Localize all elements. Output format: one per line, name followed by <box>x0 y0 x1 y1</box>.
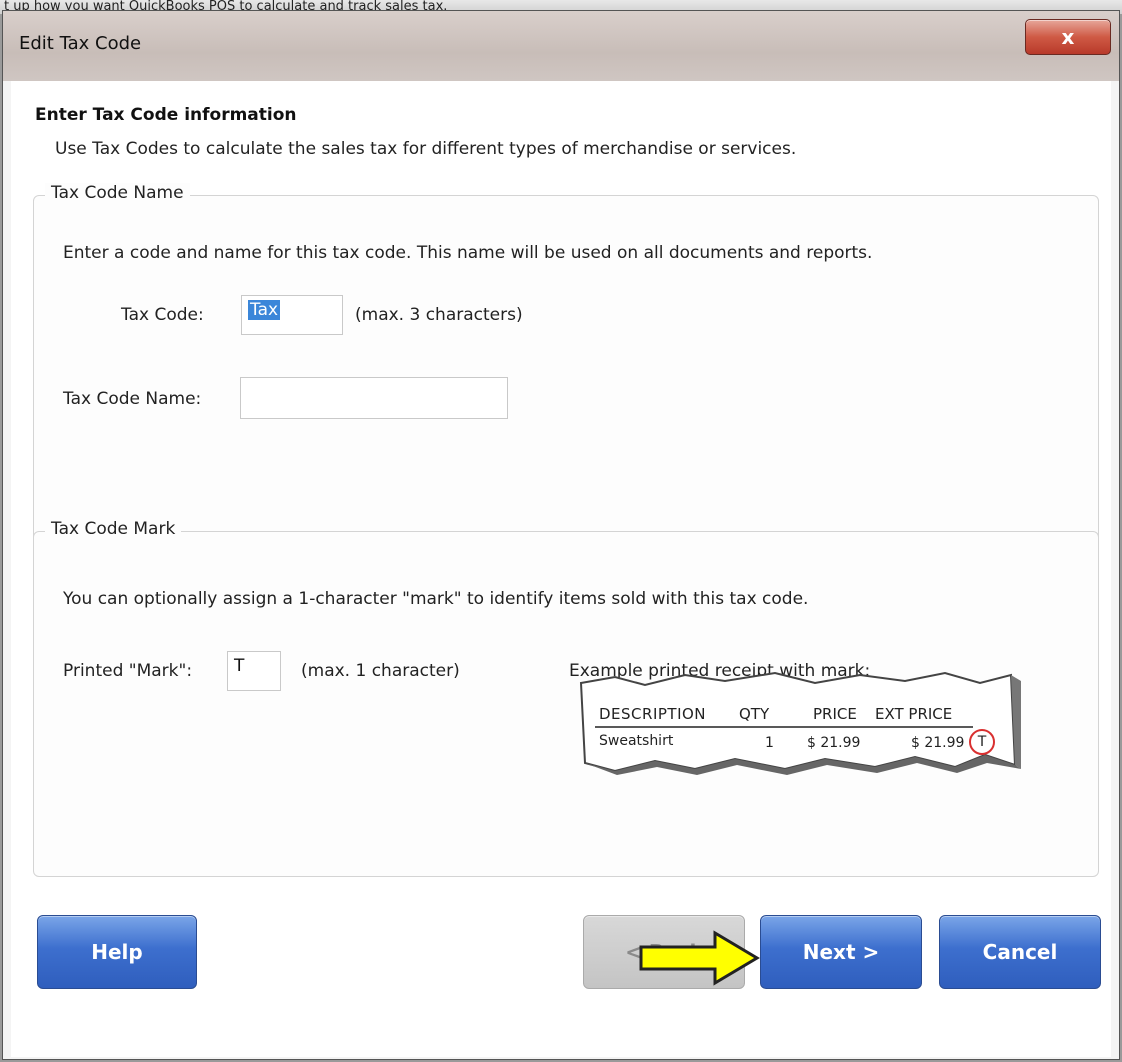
receipt-header-price: PRICE <box>813 705 857 723</box>
help-button[interactable]: Help <box>37 915 197 989</box>
dialog-title: Edit Tax Code <box>19 33 142 54</box>
dialog-content: Enter Tax Code information Use Tax Codes… <box>11 81 1111 1057</box>
receipt-row-ext-price: $ 21.99 <box>911 735 965 751</box>
tax-code-name-input[interactable] <box>240 377 508 419</box>
tax-code-hint: (max. 3 characters) <box>355 305 523 325</box>
edit-tax-code-dialog: Edit Tax Code x Enter Tax Code informati… <box>2 10 1120 1060</box>
receipt-row-mark: T <box>969 729 995 755</box>
mark-value: T <box>234 656 245 676</box>
receipt-mark-text: T <box>977 734 987 750</box>
receipt-row-qty: 1 <box>765 735 774 751</box>
mark-hint: (max. 1 character) <box>301 661 460 681</box>
close-icon: x <box>1061 25 1075 49</box>
tax-code-name-description: Enter a code and name for this tax code.… <box>63 243 873 263</box>
tax-code-mark-description: You can optionally assign a 1-character … <box>63 589 809 609</box>
page-intro: Use Tax Codes to calculate the sales tax… <box>55 139 797 159</box>
mark-input[interactable]: T <box>227 651 281 691</box>
title-bar[interactable]: Edit Tax Code x <box>3 11 1119 81</box>
close-button[interactable]: x <box>1025 19 1111 55</box>
mark-label: Printed "Mark": <box>63 661 193 681</box>
receipt-paper-icon <box>579 671 1021 775</box>
receipt-row-description: Sweatshirt <box>599 733 674 749</box>
cancel-button-label: Cancel <box>982 940 1058 964</box>
example-receipt-image: DESCRIPTION QTY PRICE EXT PRICE Sweatshi… <box>575 669 1025 777</box>
tax-code-mark-legend: Tax Code Mark <box>45 519 182 539</box>
help-button-label: Help <box>91 940 143 964</box>
tax-code-name-legend: Tax Code Name <box>45 183 190 203</box>
receipt-header-qty: QTY <box>739 705 770 723</box>
receipt-header-description: DESCRIPTION <box>599 705 707 723</box>
tax-code-value: Tax <box>248 300 281 320</box>
next-button-label: Next > <box>802 940 880 964</box>
page-heading: Enter Tax Code information <box>35 105 297 125</box>
cancel-button[interactable]: Cancel <box>939 915 1101 989</box>
tax-code-label: Tax Code: <box>121 305 204 325</box>
receipt-header-ext-price: EXT PRICE <box>875 705 953 723</box>
receipt-row-price: $ 21.99 <box>807 735 861 751</box>
tax-code-name-label: Tax Code Name: <box>63 389 202 409</box>
tax-code-input[interactable]: Tax <box>241 295 343 335</box>
next-button[interactable]: Next > <box>760 915 922 989</box>
yellow-arrow-icon <box>639 930 760 986</box>
